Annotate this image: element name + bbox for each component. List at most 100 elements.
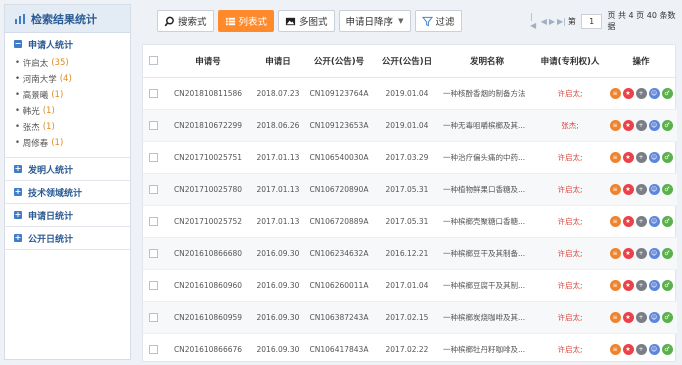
sort-select[interactable]: 申请日降序 ▼ bbox=[338, 10, 411, 32]
male-icon[interactable]: ♂ bbox=[661, 215, 673, 227]
title-cell[interactable]: 一种核酚香烟的制备方法 bbox=[439, 77, 535, 110]
male-icon[interactable]: ♂ bbox=[661, 151, 673, 163]
last-page-icon[interactable]: ▶| bbox=[557, 17, 566, 26]
applicant-item[interactable]: • 韩光 (1) bbox=[5, 103, 130, 119]
detail-icon[interactable]: ≡ bbox=[609, 247, 621, 259]
row-select-cell[interactable] bbox=[143, 109, 163, 142]
title-cell[interactable]: 一种无毒咀嚼槟榔及其... bbox=[439, 109, 535, 142]
male-icon[interactable]: ♂ bbox=[661, 311, 673, 323]
favorite-icon[interactable]: ★ bbox=[622, 119, 634, 131]
header-app-no[interactable]: 申请号 bbox=[163, 45, 253, 78]
row-checkbox[interactable] bbox=[148, 184, 158, 194]
first-page-icon[interactable]: |◀ bbox=[530, 12, 539, 30]
add-icon[interactable]: + bbox=[635, 119, 647, 131]
list-view-button[interactable]: 列表式 bbox=[217, 10, 275, 32]
publish-date-stats-toggle[interactable]: + 公开日统计 bbox=[5, 227, 130, 249]
add-icon[interactable]: + bbox=[635, 215, 647, 227]
add-icon[interactable]: + bbox=[635, 311, 647, 323]
applicant-item[interactable]: • 高景曦 (1) bbox=[5, 87, 130, 103]
user-icon[interactable]: ☺ bbox=[648, 183, 660, 195]
table-row[interactable]: CN201610860960 2016.09.30 CN106260011A 2017… bbox=[143, 269, 677, 302]
header-app-date[interactable]: 申请日 bbox=[253, 45, 303, 78]
header-pub-date[interactable]: 公开(公告)日 bbox=[375, 45, 439, 78]
user-icon[interactable]: ☺ bbox=[648, 119, 660, 131]
table-row[interactable]: CN201810672299 2018.06.26 CN109123653A 2019… bbox=[143, 109, 677, 142]
row-checkbox[interactable] bbox=[148, 312, 158, 322]
title-cell[interactable]: 一种槟榔炭烧咖啡及其... bbox=[439, 301, 535, 334]
favorite-icon[interactable]: ★ bbox=[622, 247, 634, 259]
favorite-icon[interactable]: ★ bbox=[622, 87, 634, 99]
detail-icon[interactable]: ≡ bbox=[609, 119, 621, 131]
favorite-icon[interactable]: ★ bbox=[622, 343, 634, 355]
title-cell[interactable]: 一种槟榔豆腐干及其制... bbox=[439, 269, 535, 302]
applicant-item[interactable]: • 张杰 (1) bbox=[5, 119, 130, 135]
male-icon[interactable]: ♂ bbox=[661, 183, 673, 195]
user-icon[interactable]: ☺ bbox=[648, 215, 660, 227]
row-select-cell[interactable] bbox=[143, 205, 163, 238]
add-icon[interactable]: + bbox=[635, 151, 647, 163]
grid-view-button[interactable]: 多图式 bbox=[278, 10, 335, 32]
favorite-icon[interactable]: ★ bbox=[622, 311, 634, 323]
user-icon[interactable]: ☺ bbox=[648, 247, 660, 259]
add-icon[interactable]: + bbox=[635, 247, 647, 259]
title-cell[interactable]: 一种治疗偏头痛的中药... bbox=[439, 141, 535, 174]
table-row[interactable]: CN201710025780 2017.01.13 CN106720890A 2017… bbox=[143, 173, 677, 206]
row-checkbox[interactable] bbox=[148, 216, 158, 226]
favorite-icon[interactable]: ★ bbox=[622, 279, 634, 291]
applicant-stats-toggle[interactable]: − 申请人统计 bbox=[5, 33, 130, 55]
detail-icon[interactable]: ≡ bbox=[609, 87, 621, 99]
table-row[interactable]: CN201710025752 2017.01.13 CN106720889A 2017… bbox=[143, 205, 677, 238]
user-icon[interactable]: ☺ bbox=[648, 279, 660, 291]
detail-icon[interactable]: ≡ bbox=[609, 183, 621, 195]
inventor-stats-toggle[interactable]: + 发明人统计 bbox=[5, 158, 130, 180]
detail-icon[interactable]: ≡ bbox=[609, 215, 621, 227]
add-icon[interactable]: + bbox=[635, 183, 647, 195]
add-icon[interactable]: + bbox=[635, 343, 647, 355]
male-icon[interactable]: ♂ bbox=[661, 87, 673, 99]
select-all-cell[interactable] bbox=[143, 45, 163, 78]
filter-button[interactable]: 过滤 bbox=[414, 10, 462, 32]
table-row[interactable]: CN201610866680 2016.09.30 CN106234632A 2016… bbox=[143, 237, 677, 270]
applicant-item[interactable]: • 许启太 (35) bbox=[5, 55, 130, 71]
table-row[interactable]: CN201810811586 2018.07.23 CN109123764A 2019… bbox=[143, 77, 677, 110]
detail-icon[interactable]: ≡ bbox=[609, 311, 621, 323]
row-select-cell[interactable] bbox=[143, 173, 163, 206]
title-cell[interactable]: 一种槟榔牡丹籽咖啡及... bbox=[439, 333, 535, 365]
row-checkbox[interactable] bbox=[148, 280, 158, 290]
header-pub-no[interactable]: 公开(公告)号 bbox=[303, 45, 375, 78]
row-select-cell[interactable] bbox=[143, 269, 163, 302]
favorite-icon[interactable]: ★ bbox=[622, 215, 634, 227]
row-checkbox[interactable] bbox=[148, 344, 158, 354]
add-icon[interactable]: + bbox=[635, 279, 647, 291]
tech-field-stats-toggle[interactable]: + 技术领域统计 bbox=[5, 181, 130, 203]
header-title[interactable]: 发明名称 bbox=[439, 45, 535, 78]
applicant-item[interactable]: • 周修春 (1) bbox=[5, 135, 130, 151]
detail-icon[interactable]: ≡ bbox=[609, 151, 621, 163]
search-view-button[interactable]: 搜索式 bbox=[157, 10, 214, 32]
user-icon[interactable]: ☺ bbox=[648, 87, 660, 99]
row-checkbox[interactable] bbox=[148, 152, 158, 162]
table-row[interactable]: CN201710025751 2017.01.13 CN106540030A 2017… bbox=[143, 141, 677, 174]
title-cell[interactable]: 一种植物鲜果口香糖及... bbox=[439, 173, 535, 206]
title-cell[interactable]: 一种槟榔壳聚糖口香糖... bbox=[439, 205, 535, 238]
row-select-cell[interactable] bbox=[143, 77, 163, 110]
applicant-item[interactable]: • 河南大学 (4) bbox=[5, 71, 130, 87]
male-icon[interactable]: ♂ bbox=[661, 343, 673, 355]
row-select-cell[interactable] bbox=[143, 301, 163, 334]
male-icon[interactable]: ♂ bbox=[661, 119, 673, 131]
next-page-icon[interactable]: ▶ bbox=[549, 17, 555, 26]
user-icon[interactable]: ☺ bbox=[648, 311, 660, 323]
user-icon[interactable]: ☺ bbox=[648, 343, 660, 355]
header-applicant[interactable]: 申请(专利权)人 bbox=[535, 45, 605, 78]
favorite-icon[interactable]: ★ bbox=[622, 183, 634, 195]
detail-icon[interactable]: ≡ bbox=[609, 279, 621, 291]
select-all-checkbox[interactable] bbox=[148, 55, 158, 65]
male-icon[interactable]: ♂ bbox=[661, 279, 673, 291]
row-checkbox[interactable] bbox=[148, 248, 158, 258]
user-icon[interactable]: ☺ bbox=[648, 151, 660, 163]
row-select-cell[interactable] bbox=[143, 141, 163, 174]
favorite-icon[interactable]: ★ bbox=[622, 151, 634, 163]
male-icon[interactable]: ♂ bbox=[661, 247, 673, 259]
row-select-cell[interactable] bbox=[143, 237, 163, 270]
table-row[interactable]: CN201610860959 2016.09.30 CN106387243A 2017… bbox=[143, 301, 677, 334]
